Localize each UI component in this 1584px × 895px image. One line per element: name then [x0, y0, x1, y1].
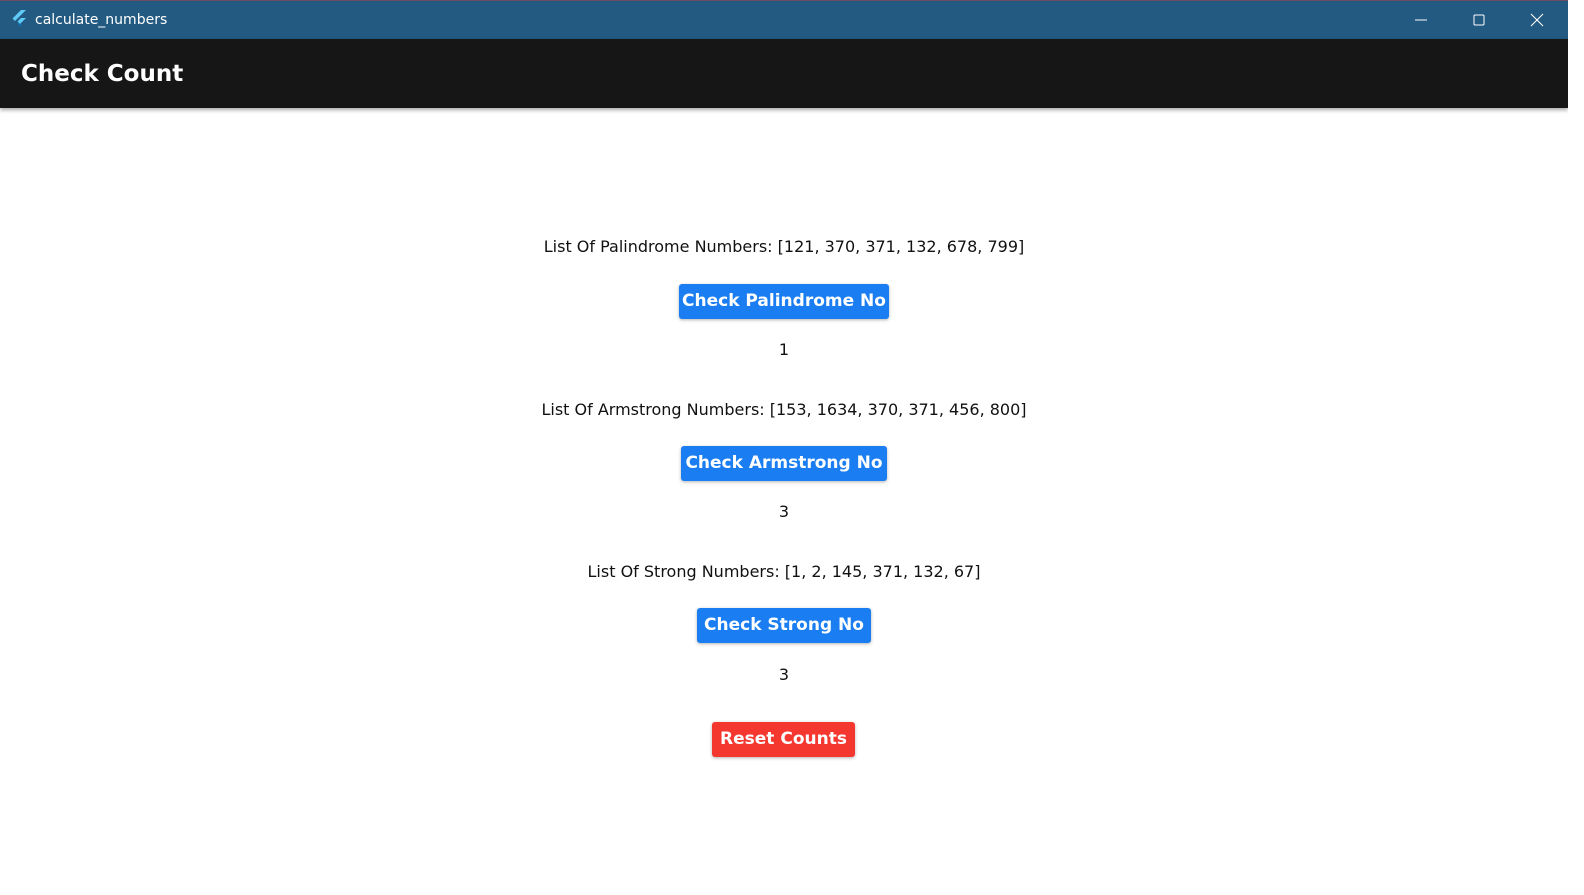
app-window: calculate_numbers Check Count List Of Pa… — [0, 0, 1584, 895]
check-palindrome-button[interactable]: Check Palindrome No — [679, 284, 889, 319]
palindrome-list-label: List Of Palindrome Numbers: [121, 370, 3… — [543, 237, 1025, 256]
minimize-button[interactable] — [1392, 1, 1450, 39]
strong-count: 3 — [778, 665, 790, 684]
reset-counts-button[interactable]: Reset Counts — [712, 722, 855, 757]
close-button[interactable] — [1508, 1, 1566, 39]
app-bar: Check Count — [0, 39, 1568, 108]
maximize-icon — [1473, 14, 1485, 26]
flutter-logo-icon — [11, 10, 29, 28]
strong-list-label: List Of Strong Numbers: [1, 2, 145, 371,… — [587, 562, 981, 581]
armstrong-list-label: List Of Armstrong Numbers: [153, 1634, 3… — [541, 400, 1027, 419]
close-icon — [1530, 13, 1544, 27]
maximize-button[interactable] — [1450, 1, 1508, 39]
check-strong-button[interactable]: Check Strong No — [697, 608, 871, 643]
window-edge — [1568, 0, 1584, 895]
armstrong-count: 3 — [778, 502, 790, 521]
page-title: Check Count — [21, 61, 184, 87]
palindrome-count: 1 — [778, 340, 790, 359]
main-content: List Of Palindrome Numbers: [121, 370, 3… — [0, 108, 1568, 895]
minimize-icon — [1415, 19, 1427, 21]
window-titlebar[interactable]: calculate_numbers — [0, 0, 1568, 39]
window-title: calculate_numbers — [35, 12, 168, 28]
check-armstrong-button[interactable]: Check Armstrong No — [681, 446, 887, 481]
